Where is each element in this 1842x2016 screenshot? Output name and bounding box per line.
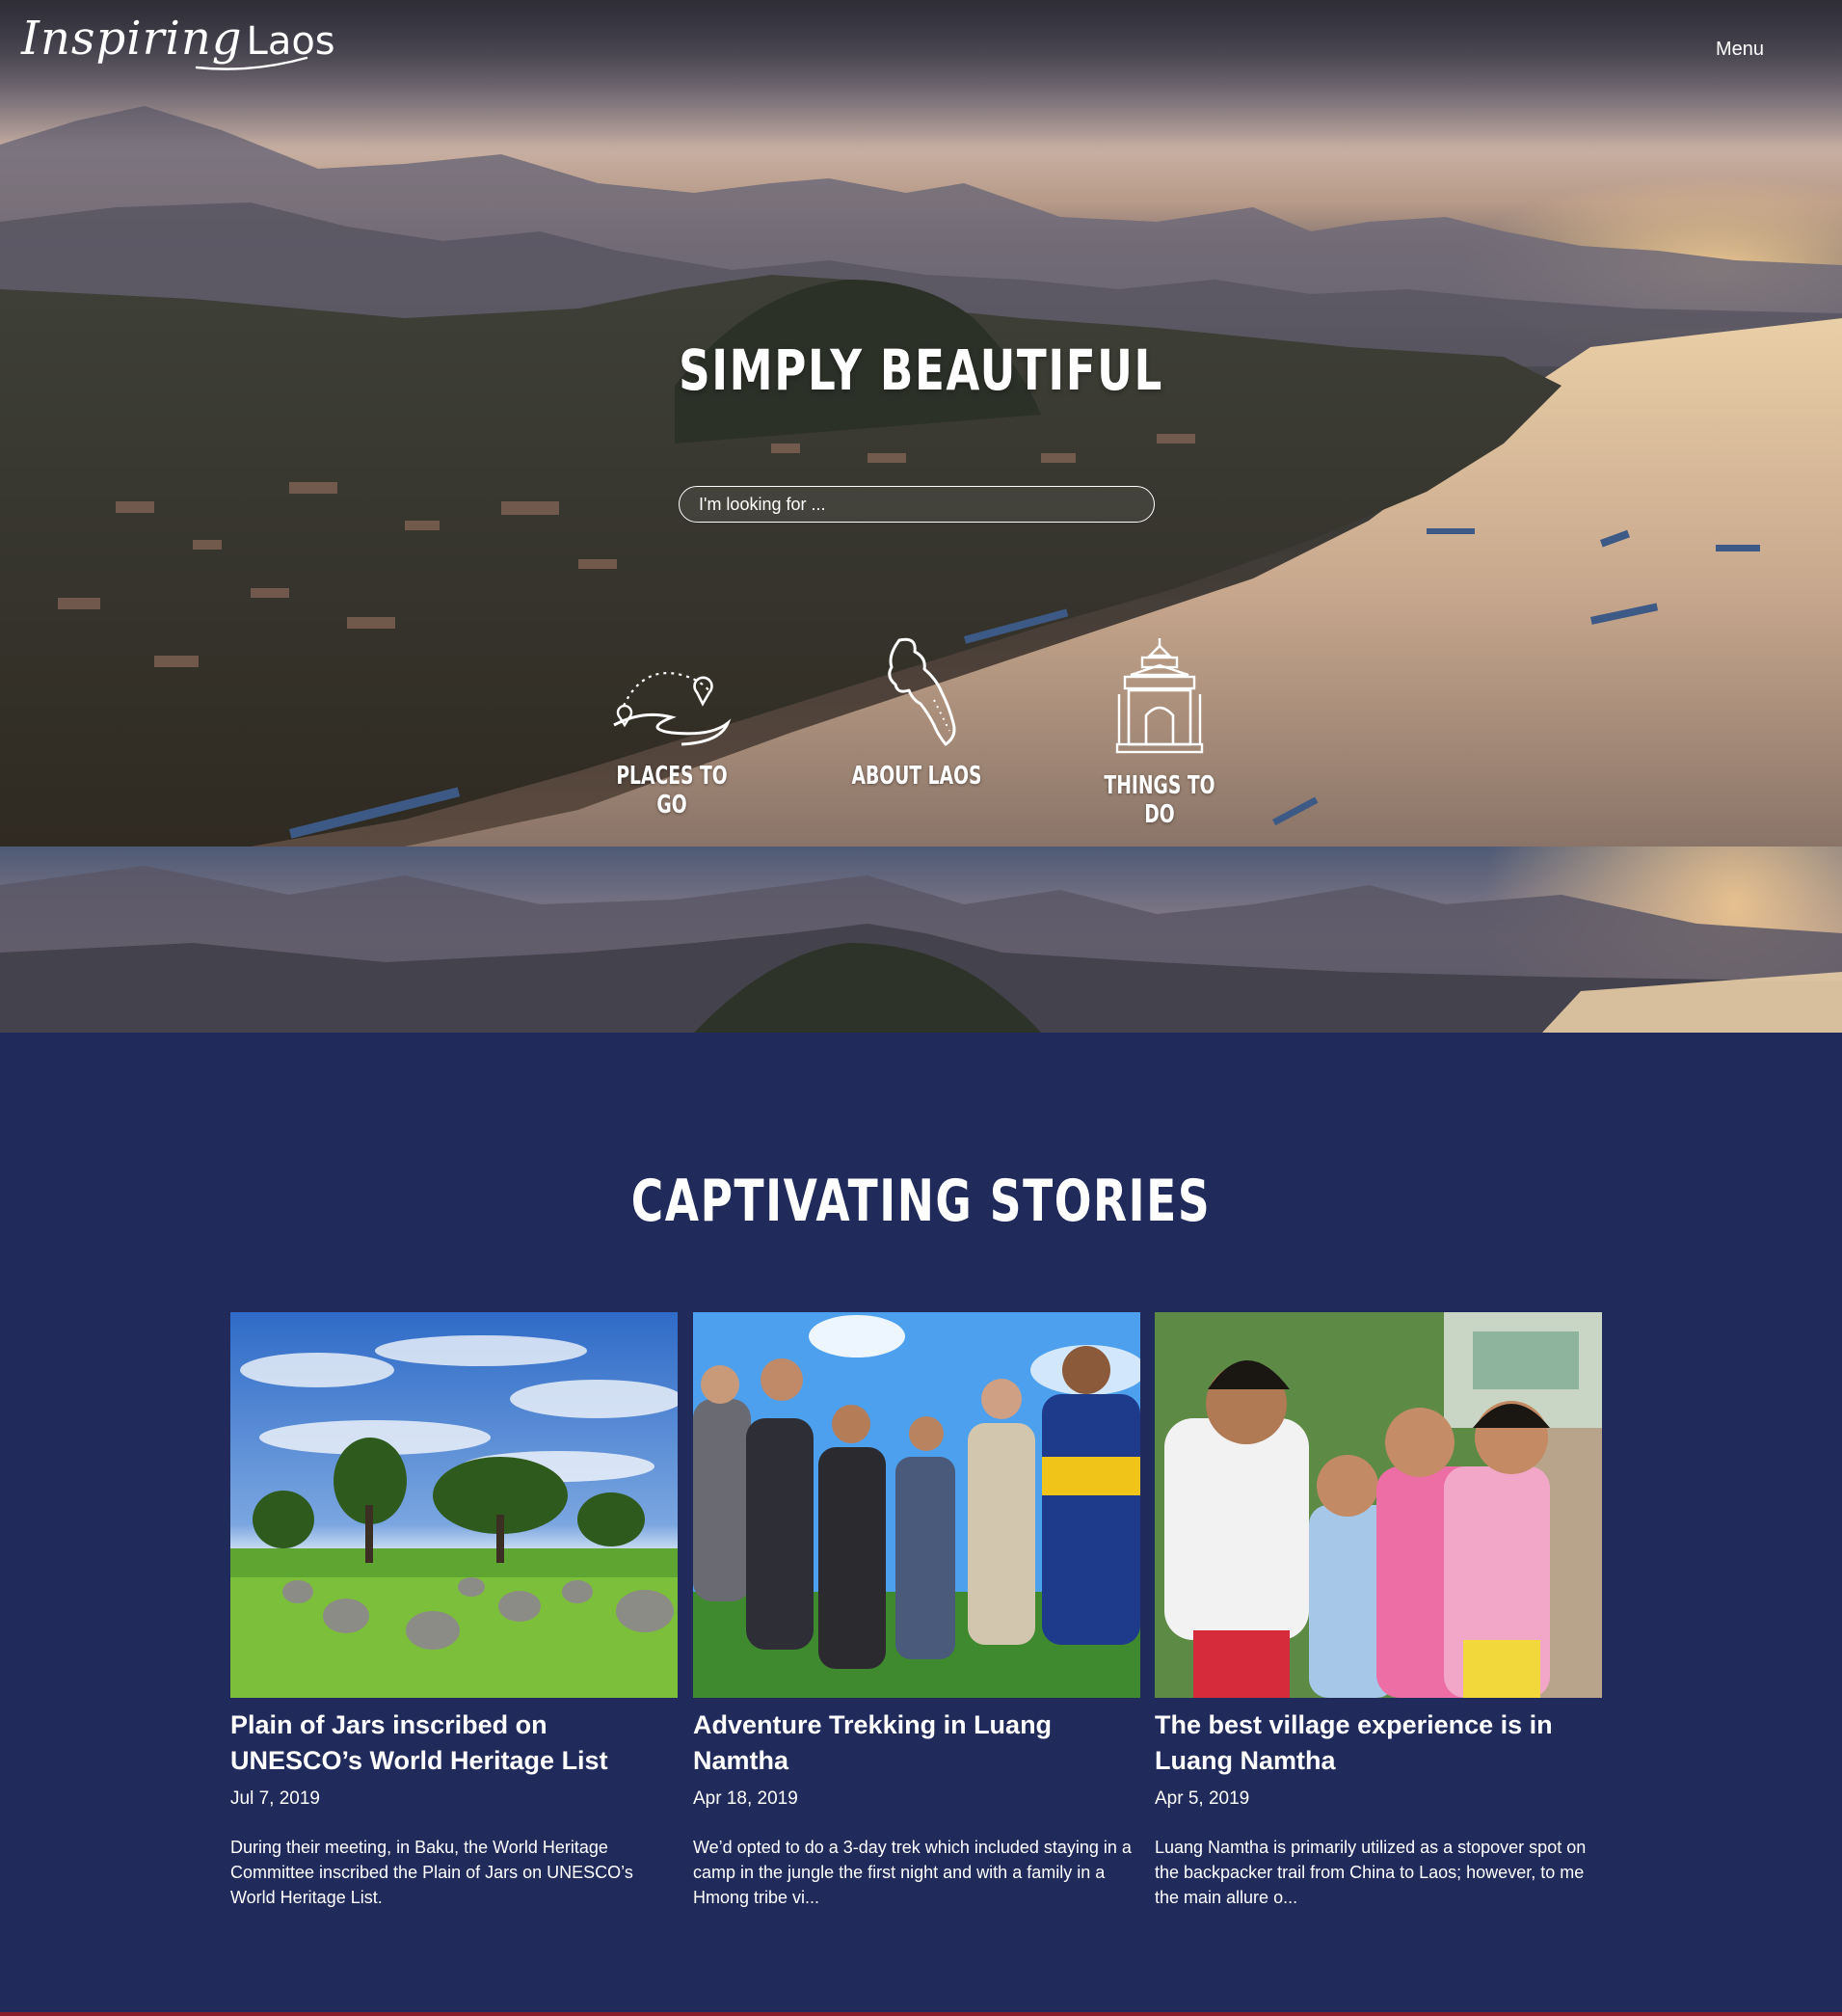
story-card[interactable]: Plain of Jars inscribed on UNESCO’s Worl…	[230, 1312, 678, 1910]
hero-banner: Inspiring Laos Menu SIMPLY BEAUTIFUL PLA…	[0, 0, 1842, 847]
category-places-to-go[interactable]: PLACES TO GO	[575, 636, 768, 820]
footer-accent-line	[0, 2012, 1842, 2016]
story-image-trekking-group	[693, 1312, 1140, 1698]
story-title[interactable]: The best village experience is in Luang …	[1155, 1707, 1602, 1779]
stories-heading: CAPTIVATING STORIES	[630, 1168, 1212, 1235]
category-things-to-do[interactable]: THINGS TO DO	[1063, 636, 1256, 829]
landscape-divider-image	[0, 847, 1842, 1033]
story-excerpt: We’d opted to do a 3-day trek which incl…	[693, 1838, 1132, 1907]
story-date: Jul 7, 2019	[230, 1788, 320, 1809]
story-date: Apr 5, 2019	[1155, 1788, 1250, 1809]
stories-section: CAPTIVATING STORIES Plain of Jars inscri…	[0, 1033, 1842, 2016]
temple-gate-icon	[1115, 638, 1204, 754]
menu-button[interactable]: Menu	[1716, 39, 1764, 61]
route-pins-icon	[613, 671, 732, 746]
story-image-plain-of-jars	[230, 1312, 678, 1698]
story-excerpt: During their meeting, in Baku, the World…	[230, 1838, 633, 1907]
story-title[interactable]: Adventure Trekking in Luang Namtha	[693, 1707, 1140, 1779]
category-label: THINGS TO DO	[1104, 771, 1215, 829]
category-label: ABOUT LAOS	[851, 762, 982, 791]
category-about-laos[interactable]: ABOUT LAOS	[820, 636, 1013, 791]
story-date: Apr 18, 2019	[693, 1788, 798, 1809]
search-bar	[679, 486, 1155, 523]
hero-title: SIMPLY BEAUTIFUL	[679, 337, 1163, 403]
search-input[interactable]	[680, 487, 1154, 522]
story-title[interactable]: Plain of Jars inscribed on UNESCO’s Worl…	[230, 1707, 678, 1779]
logo-swash-icon	[195, 56, 308, 70]
category-label: PLACES TO GO	[616, 762, 728, 820]
landscape-divider	[0, 847, 1842, 1033]
laos-map-icon	[888, 637, 956, 746]
story-card[interactable]: Adventure Trekking in Luang Namtha Apr 1…	[693, 1312, 1140, 1910]
story-image-village-children	[1155, 1312, 1602, 1698]
story-excerpt: Luang Namtha is primarily utilized as a …	[1155, 1838, 1587, 1907]
story-card[interactable]: The best village experience is in Luang …	[1155, 1312, 1602, 1910]
